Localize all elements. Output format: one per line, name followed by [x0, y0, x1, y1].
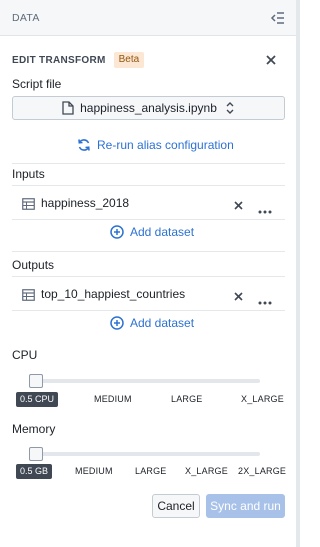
refresh-icon	[78, 139, 90, 151]
divider	[12, 163, 285, 164]
inputs-label: Inputs	[12, 167, 45, 181]
beta-badge: Beta	[113, 52, 145, 68]
output-dataset-name: top_10_happiest_countries	[41, 287, 186, 301]
rerun-alias-label: Re-run alias configuration	[97, 138, 234, 152]
add-circle-icon	[110, 316, 124, 330]
script-file-label: Script file	[12, 77, 62, 91]
cpu-slider-handle[interactable]	[29, 374, 43, 388]
cpu-option-medium[interactable]: MEDIUM	[94, 394, 132, 404]
table-icon	[22, 197, 35, 210]
more-icon[interactable]	[258, 201, 272, 214]
add-circle-icon	[110, 225, 124, 239]
edit-transform-title: EDIT TRANSFORM	[12, 54, 106, 66]
close-icon[interactable]	[264, 53, 278, 67]
add-input-dataset-label: Add dataset	[130, 225, 195, 239]
memory-option-medium[interactable]: MEDIUM	[75, 466, 113, 476]
more-icon[interactable]	[258, 292, 272, 305]
memory-option-x-large[interactable]: X_LARGE	[185, 466, 228, 476]
memory-label: Memory	[12, 422, 56, 436]
script-file-value: happiness_analysis.ipynb	[80, 101, 217, 115]
document-icon	[62, 101, 74, 115]
divider	[12, 276, 285, 277]
cpu-option-large[interactable]: LARGE	[171, 394, 203, 404]
memory-slider-track[interactable]	[30, 452, 260, 456]
memory-option-large[interactable]: LARGE	[135, 466, 167, 476]
memory-slider-handle[interactable]	[29, 447, 43, 461]
divider	[12, 251, 285, 252]
table-icon	[22, 288, 35, 301]
divider	[12, 310, 285, 311]
cpu-option-selected[interactable]: 0.5 CPU	[16, 392, 59, 407]
outputs-label: Outputs	[12, 258, 55, 272]
memory-option-selected[interactable]: 0.5 GB	[16, 464, 53, 479]
add-input-dataset-button[interactable]: Add dataset	[110, 225, 194, 239]
edit-transform-header: EDIT TRANSFORM Beta	[12, 52, 145, 68]
panel-header: DATA	[0, 0, 296, 36]
remove-x-icon[interactable]	[233, 198, 244, 210]
input-dataset-row[interactable]: happiness_2018	[22, 194, 272, 214]
script-file-select[interactable]: happiness_analysis.ipynb	[12, 96, 285, 120]
sync-and-run-button[interactable]: Sync and run	[206, 494, 285, 518]
input-dataset-name: happiness_2018	[41, 196, 130, 210]
divider	[12, 185, 285, 186]
add-output-dataset-button[interactable]: Add dataset	[110, 316, 194, 330]
memory-option-2x-large[interactable]: 2X_LARGE	[238, 466, 286, 476]
cancel-button[interactable]: Cancel	[152, 494, 200, 518]
rerun-alias-link[interactable]: Re-run alias configuration	[77, 138, 234, 152]
panel-title: DATA	[12, 12, 40, 24]
divider	[12, 219, 285, 220]
add-output-dataset-label: Add dataset	[130, 316, 195, 330]
transform-panel: DATA EDIT TRANSFORM Beta Script file hap	[0, 0, 296, 547]
collapse-panel-icon[interactable]	[270, 10, 286, 26]
cpu-option-x-large[interactable]: X_LARGE	[241, 394, 284, 404]
caret-up-down-icon	[225, 101, 235, 115]
output-dataset-row[interactable]: top_10_happiest_countries	[22, 285, 272, 305]
panel-edge	[296, 0, 300, 547]
remove-x-icon[interactable]	[233, 289, 244, 301]
cpu-slider-track[interactable]	[30, 379, 260, 383]
cpu-label: CPU	[12, 348, 38, 362]
